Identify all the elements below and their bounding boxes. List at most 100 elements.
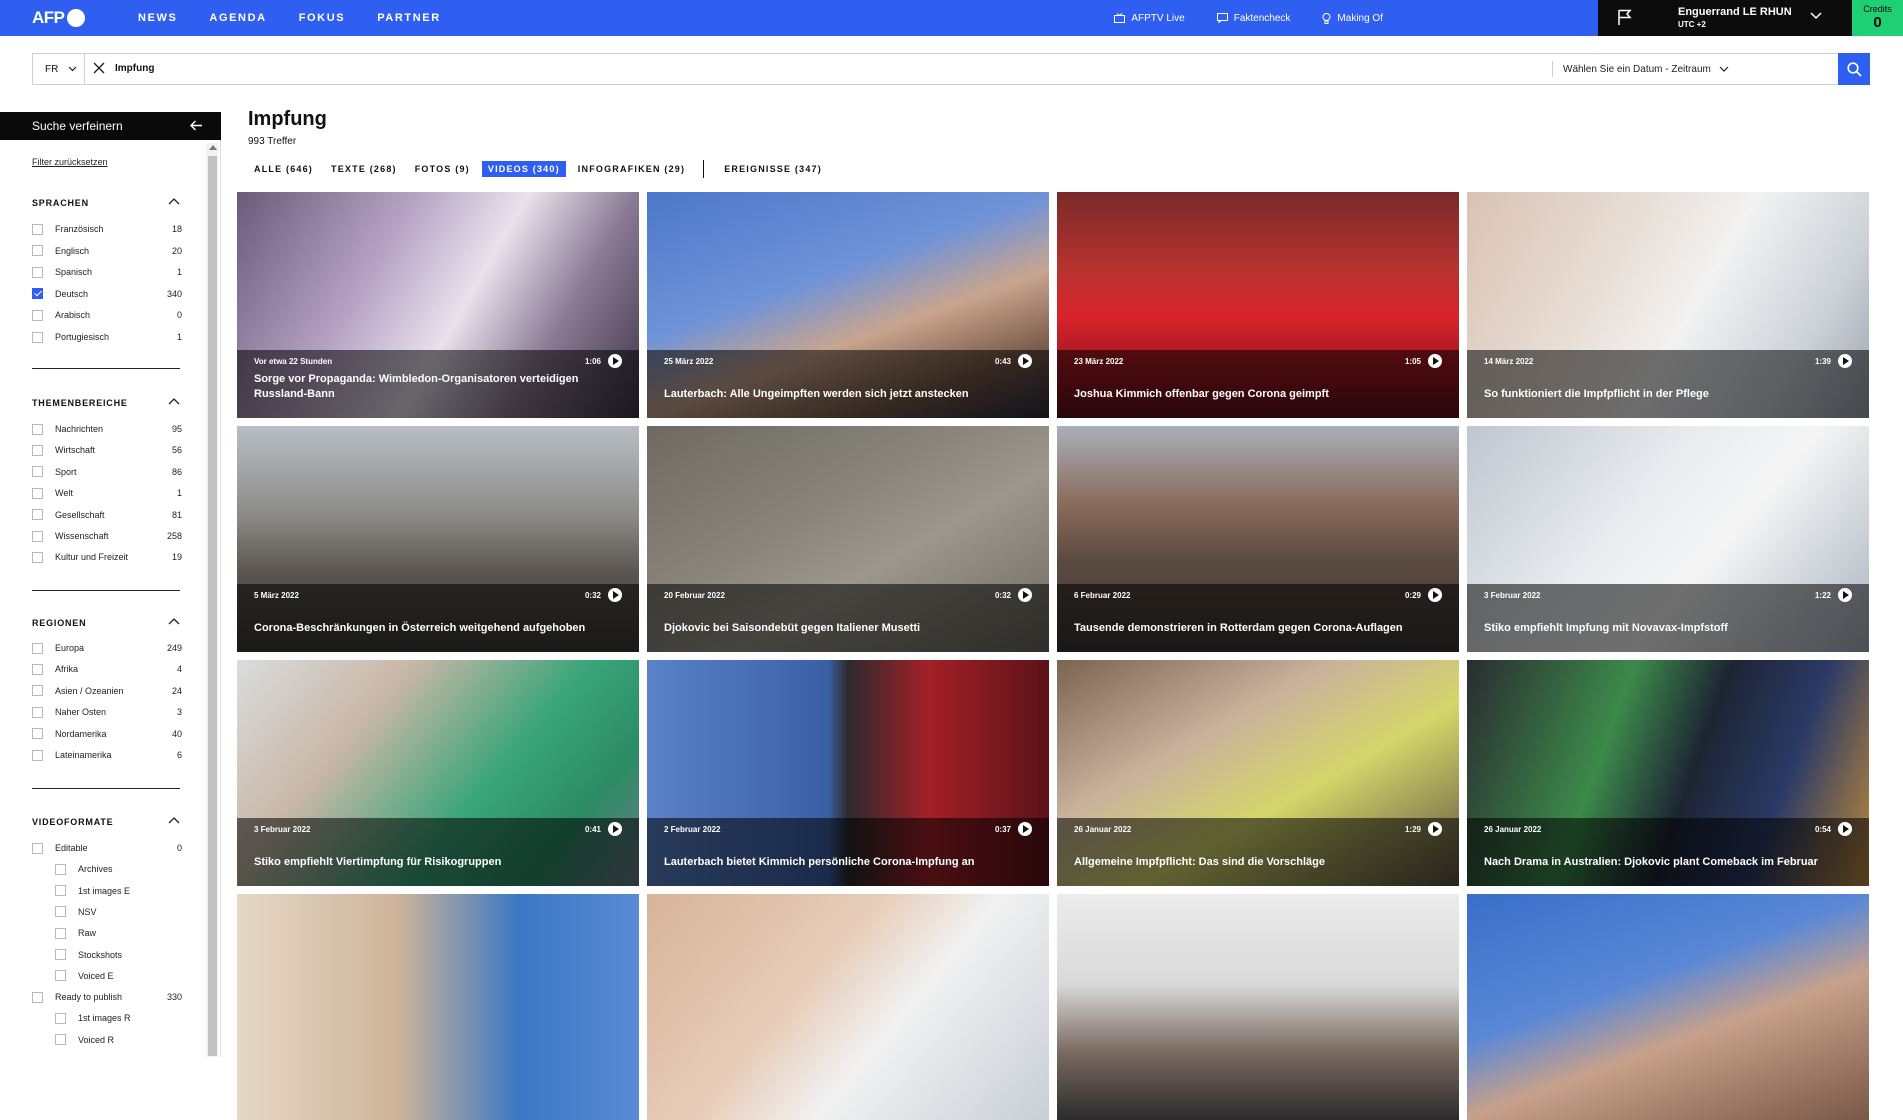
video-thumbnail[interactable] bbox=[647, 894, 1049, 1120]
checkbox[interactable] bbox=[55, 949, 66, 960]
filter-section-title[interactable]: VIDEOFORMATE bbox=[32, 817, 180, 831]
checkbox[interactable] bbox=[32, 509, 43, 521]
filter-option[interactable]: 1st images E bbox=[55, 884, 182, 898]
checkbox[interactable] bbox=[32, 530, 43, 542]
checkbox[interactable] bbox=[32, 842, 43, 854]
chevron-up-icon[interactable] bbox=[168, 398, 180, 405]
tab-alle[interactable]: ALLE (646) bbox=[248, 161, 319, 177]
video-card[interactable]: Vor etwa 22 Stunden 1:06 Sorge vor Propaga… bbox=[237, 192, 639, 418]
checkbox[interactable] bbox=[32, 266, 43, 278]
play-icon[interactable] bbox=[1018, 354, 1032, 368]
video-title[interactable]: Sorge vor Propaganda: Wimbledon-Organisa… bbox=[254, 372, 594, 402]
tab-fotos[interactable]: FOTOS (9) bbox=[409, 161, 476, 177]
play-icon[interactable] bbox=[1838, 588, 1852, 602]
video-card[interactable]: 3 Februar 2022 1:22 Stiko empfiehlt Impfun… bbox=[1467, 426, 1869, 652]
video-thumbnail[interactable] bbox=[1467, 894, 1869, 1120]
nav-partner[interactable]: PARTNER bbox=[377, 12, 441, 24]
play-icon[interactable] bbox=[1018, 822, 1032, 836]
tab-texte[interactable]: TEXTE (268) bbox=[325, 161, 403, 177]
tab-videos[interactable]: VIDEOS (340) bbox=[481, 161, 566, 177]
video-title[interactable]: Djokovic bei Saisondebüt gegen Italiener… bbox=[664, 621, 1004, 636]
checkbox[interactable] bbox=[32, 245, 43, 257]
video-card[interactable] bbox=[237, 894, 639, 1120]
flag-icon[interactable] bbox=[1618, 9, 1632, 26]
video-card[interactable]: 26 Januar 2022 0:54 Nach Drama in Australi… bbox=[1467, 660, 1869, 886]
filter-option[interactable]: Europa 249 bbox=[32, 641, 182, 655]
search-input[interactable]: Impfung bbox=[115, 63, 154, 74]
video-title[interactable]: So funktioniert die Impfpflicht in der P… bbox=[1484, 387, 1824, 402]
play-icon[interactable] bbox=[608, 588, 622, 602]
checkbox[interactable] bbox=[55, 1012, 66, 1024]
filter-option[interactable]: Arabisch 0 bbox=[32, 308, 182, 322]
filter-option[interactable]: Stockshots bbox=[55, 948, 182, 962]
checkbox[interactable] bbox=[55, 970, 66, 982]
checkbox[interactable] bbox=[32, 991, 43, 1003]
play-icon[interactable] bbox=[1428, 822, 1442, 836]
filter-option[interactable]: Welt 1 bbox=[32, 486, 182, 500]
filter-option[interactable]: Portugiesisch 1 bbox=[32, 330, 182, 344]
video-title[interactable]: Lauterbach: Alle Ungeimpften werden sich… bbox=[664, 387, 1004, 402]
filter-option[interactable]: Ready to publish 330 bbox=[32, 990, 182, 1004]
filter-option[interactable]: NSV bbox=[55, 905, 182, 919]
checkbox[interactable] bbox=[32, 223, 43, 235]
play-icon[interactable] bbox=[1838, 822, 1852, 836]
filter-option[interactable]: Naher Osten 3 bbox=[32, 705, 182, 719]
video-card[interactable] bbox=[647, 894, 1049, 1120]
filter-option[interactable]: Wissenschaft 258 bbox=[32, 529, 182, 543]
play-icon[interactable] bbox=[1018, 588, 1032, 602]
video-card[interactable]: 3 Februar 2022 0:41 Stiko empfiehlt Vierti… bbox=[237, 660, 639, 886]
checkbox[interactable] bbox=[32, 551, 43, 563]
filter-option[interactable]: Voiced R bbox=[55, 1033, 182, 1047]
video-thumbnail[interactable] bbox=[237, 894, 639, 1120]
filter-section-title[interactable]: REGIONEN bbox=[32, 618, 180, 632]
filter-option[interactable]: Nachrichten 95 bbox=[32, 422, 182, 436]
checkbox[interactable] bbox=[32, 663, 43, 675]
filter-option[interactable]: Archives bbox=[55, 862, 182, 876]
checkbox[interactable] bbox=[32, 728, 43, 740]
video-card[interactable]: 6 Februar 2022 0:29 Tausende demonstrieren… bbox=[1057, 426, 1459, 652]
checkbox[interactable] bbox=[32, 466, 43, 478]
video-card[interactable]: 5 März 2022 0:32 Corona-Beschränkungen in … bbox=[237, 426, 639, 652]
video-card[interactable] bbox=[1057, 894, 1459, 1120]
checkbox[interactable] bbox=[32, 749, 43, 761]
chevron-up-icon[interactable] bbox=[168, 198, 180, 205]
clear-search-icon[interactable] bbox=[93, 62, 105, 74]
video-title[interactable]: Corona-Beschränkungen in Österreich weit… bbox=[254, 621, 594, 636]
afp-logo[interactable]: AFP bbox=[32, 8, 85, 28]
video-card[interactable]: 20 Februar 2022 0:32 Djokovic bei Saisonde… bbox=[647, 426, 1049, 652]
chevron-up-icon[interactable] bbox=[168, 817, 180, 824]
video-title[interactable]: Stiko empfiehlt Viertimpfung für Risikog… bbox=[254, 855, 594, 870]
checkbox[interactable] bbox=[32, 423, 43, 435]
checkbox[interactable] bbox=[32, 444, 43, 456]
filter-section-title[interactable]: THEMENBEREICHE bbox=[32, 398, 180, 412]
date-range-select[interactable]: Wählen Sie ein Datum - Zeitraum bbox=[1552, 61, 1729, 77]
filter-option[interactable]: Spanisch 1 bbox=[32, 265, 182, 279]
checkbox[interactable] bbox=[32, 487, 43, 499]
video-card[interactable]: 14 März 2022 1:39 So funktioniert die Impf… bbox=[1467, 192, 1869, 418]
reset-filters-link[interactable]: Filter zurücksetzen bbox=[32, 157, 108, 167]
filter-option[interactable]: Englisch 20 bbox=[32, 244, 182, 258]
video-card[interactable]: 2 Februar 2022 0:37 Lauterbach bietet Kimm… bbox=[647, 660, 1049, 886]
play-icon[interactable] bbox=[1838, 354, 1852, 368]
checkbox[interactable] bbox=[32, 309, 43, 321]
tab-infografiken[interactable]: INFOGRAFIKEN (29) bbox=[572, 161, 691, 177]
video-thumbnail[interactable] bbox=[1057, 894, 1459, 1120]
play-icon[interactable] bbox=[608, 822, 622, 836]
filter-option[interactable]: Asien / Ozeanien 24 bbox=[32, 684, 182, 698]
filter-option[interactable]: Kultur und Freizeit 19 bbox=[32, 550, 182, 564]
checkbox[interactable] bbox=[32, 331, 43, 343]
checkbox[interactable] bbox=[55, 863, 66, 875]
scroll-up-icon[interactable] bbox=[209, 145, 217, 150]
checkbox[interactable] bbox=[55, 1034, 66, 1046]
nav-news[interactable]: NEWS bbox=[138, 12, 177, 24]
user-menu[interactable]: Enguerrand LE RHUN UTC +2 bbox=[1598, 0, 1852, 36]
filter-option[interactable]: Deutsch 340 bbox=[32, 287, 182, 301]
play-icon[interactable] bbox=[1428, 588, 1442, 602]
tab-ereignisse[interactable]: EREIGNISSE (347) bbox=[718, 161, 828, 177]
play-icon[interactable] bbox=[1428, 354, 1442, 368]
checkbox[interactable] bbox=[32, 642, 43, 654]
chevron-up-icon[interactable] bbox=[168, 618, 180, 625]
checkbox[interactable] bbox=[55, 927, 66, 939]
video-title[interactable]: Tausende demonstrieren in Rotterdam gege… bbox=[1074, 621, 1414, 636]
play-icon[interactable] bbox=[608, 354, 622, 368]
